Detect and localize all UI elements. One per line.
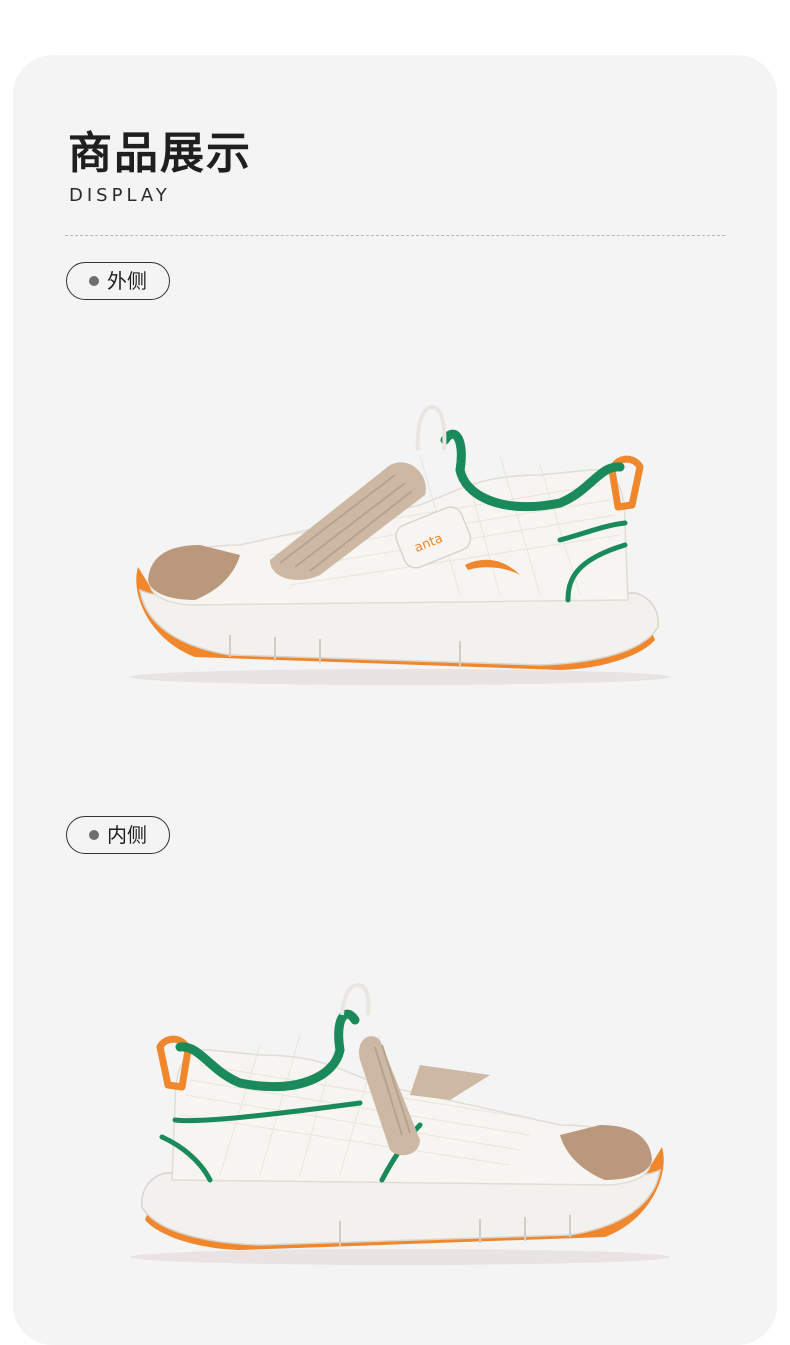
- bullet-dot-icon: [89, 276, 99, 286]
- shoe-outer-side-image: anta: [130, 404, 670, 685]
- view-label-inner-side: 内侧: [66, 816, 170, 854]
- bullet-dot-icon: [89, 830, 99, 840]
- shoe-inner-side-image: [130, 982, 670, 1265]
- view-label-outer-side: 外侧: [66, 262, 170, 300]
- view-label-text: 内侧: [107, 823, 147, 847]
- dashed-divider: [65, 235, 725, 236]
- section-subtitle: DISPLAY: [69, 185, 171, 206]
- view-label-text: 外侧: [107, 269, 147, 293]
- section-title: 商品展示: [68, 128, 252, 179]
